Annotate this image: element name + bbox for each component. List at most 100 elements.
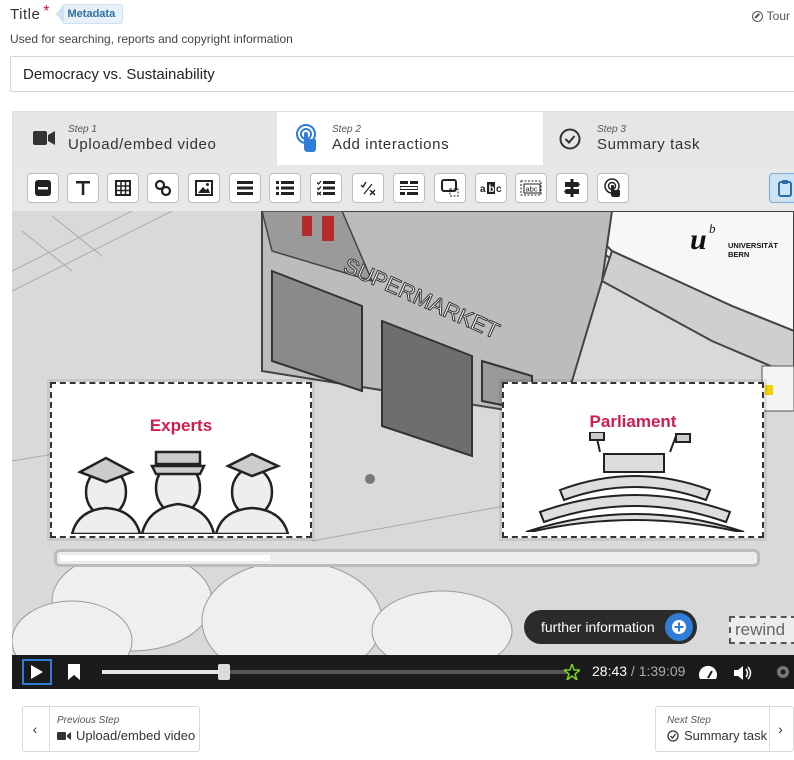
seek-bar-fill: [102, 670, 225, 674]
logo-line2: BERN: [728, 250, 749, 259]
image-button[interactable]: [188, 173, 220, 203]
drag-text-button[interactable]: abc: [515, 173, 547, 203]
tour-label: Tour: [766, 9, 790, 23]
rewind-button[interactable]: rewind: [729, 616, 794, 644]
tab-upload-video[interactable]: Step 1 Upload/embed video: [13, 112, 277, 166]
further-information-label: further information: [541, 619, 655, 635]
multiple-choice-button[interactable]: [310, 173, 342, 203]
table-icon: [115, 180, 131, 196]
interaction-progress-bar: [54, 549, 760, 567]
seek-bar[interactable]: [102, 664, 572, 680]
step-1-text: Step 1 Upload/embed video: [68, 124, 216, 153]
metadata-arrow: [55, 4, 64, 24]
step-number: Step 2: [332, 124, 361, 135]
label-button[interactable]: [27, 173, 59, 203]
play-button[interactable]: [22, 659, 52, 685]
logo-line1: UNIVERSITÄT: [728, 241, 778, 250]
tab-summary-task[interactable]: Step 3 Summary task: [543, 112, 794, 166]
step-number: Step 3: [597, 124, 626, 135]
duration: 1:39:09: [638, 663, 686, 679]
experts-image: Experts: [60, 392, 302, 534]
title-label: Title: [10, 5, 41, 23]
previous-step-button[interactable]: ‹ Previous Step Upload/embed video: [22, 706, 200, 752]
logo-letter: u: [690, 223, 707, 256]
nav-separator: [49, 707, 50, 751]
video-controls: 28:43 / 1:39:09: [12, 655, 794, 689]
star-marker-icon: [564, 664, 580, 680]
title-description: Used for searching, reports and copyrigh…: [10, 32, 293, 46]
tour-button[interactable]: Tour: [751, 9, 790, 23]
svg-text:b: b: [489, 184, 495, 195]
drag-question-button[interactable]: [434, 173, 466, 203]
previous-step-label: Upload/embed video: [57, 728, 195, 743]
table-button[interactable]: [107, 173, 139, 203]
playback-speed-icon[interactable]: [698, 665, 718, 681]
tab-add-interactions[interactable]: Step 2 Add interactions: [277, 112, 543, 166]
true-false-icon: [360, 181, 376, 196]
gear-icon[interactable]: [774, 663, 792, 681]
crossroads-icon: [564, 179, 580, 197]
fill-in-blanks-icon: [400, 181, 418, 195]
link-button[interactable]: [147, 173, 179, 203]
volume-icon[interactable]: [734, 665, 754, 681]
single-choice-button[interactable]: [269, 173, 301, 203]
parliament-hotspot[interactable]: Parliament: [502, 382, 764, 538]
parliament-figures: [525, 432, 745, 532]
touch-pointer-icon: [296, 124, 316, 152]
text-icon: [76, 181, 90, 195]
statements-icon: [237, 181, 253, 195]
time-separator: /: [627, 663, 639, 679]
video-canvas[interactable]: SUPERMARKET u b UNIVERSITÄT BERN Experts: [12, 211, 794, 656]
crossroads-button[interactable]: [556, 173, 588, 203]
mark-words-button[interactable]: abc: [475, 173, 507, 203]
current-time: 28:43: [592, 663, 628, 679]
experts-hotspot[interactable]: Experts: [50, 382, 312, 538]
next-step-name: Summary task: [684, 728, 768, 743]
step-name: Add interactions: [332, 136, 450, 153]
next-step-label: Summary task: [667, 728, 767, 743]
tour-icon: [751, 10, 763, 22]
step-tabs: Step 1 Upload/embed video Step 2 Add int…: [12, 111, 794, 166]
navigation-hotspot-icon: [604, 178, 620, 197]
image-icon: [195, 180, 213, 196]
experts-title: Experts: [149, 416, 213, 435]
text-button[interactable]: [67, 173, 99, 203]
check-circle-icon: [559, 128, 581, 150]
next-step-text: Next Step Summary task: [667, 715, 767, 743]
seek-handle[interactable]: [218, 664, 231, 680]
previous-step-small: Previous Step: [57, 715, 120, 726]
drag-text-icon: abc: [520, 180, 542, 196]
previous-step-text: Previous Step Upload/embed video: [57, 715, 195, 743]
navigation-hotspot-button[interactable]: [597, 173, 629, 203]
experts-figures: [70, 450, 290, 534]
step-2-text: Step 2 Add interactions: [332, 124, 449, 153]
multiple-choice-icon: [317, 180, 335, 196]
mark-words-icon: abc: [480, 182, 502, 195]
metadata-label: Metadata: [63, 4, 124, 24]
link-icon: [154, 179, 172, 197]
parliament-image: Parliament: [512, 392, 754, 532]
step-3-text: Step 3 Summary task: [597, 124, 700, 153]
fill-in-blanks-button[interactable]: [393, 173, 425, 203]
drag-question-icon: [441, 179, 459, 197]
svg-text:c: c: [496, 184, 502, 195]
metadata-button[interactable]: Metadata: [55, 4, 124, 24]
statements-button[interactable]: [229, 173, 261, 203]
interactions-toolbar: abc abc: [12, 165, 794, 211]
bookmark-icon[interactable]: [68, 664, 80, 680]
paste-button[interactable]: [769, 173, 794, 203]
interaction-progress-fill: [60, 555, 270, 561]
play-icon: [31, 665, 43, 679]
further-information-button[interactable]: further information: [524, 610, 697, 644]
time-display: 28:43 / 1:39:09: [592, 663, 685, 679]
svg-text:abc: abc: [526, 185, 538, 194]
next-step-button[interactable]: Next Step Summary task ›: [655, 706, 794, 752]
parliament-title: Parliament: [589, 412, 677, 431]
previous-step-name: Upload/embed video: [76, 728, 196, 743]
label-icon: [35, 180, 51, 196]
title-input[interactable]: [10, 56, 794, 92]
true-false-button[interactable]: [352, 173, 384, 203]
next-step-small: Next Step: [667, 715, 711, 726]
title-row: Title * Metadata: [10, 3, 124, 24]
single-choice-icon: [276, 181, 294, 195]
